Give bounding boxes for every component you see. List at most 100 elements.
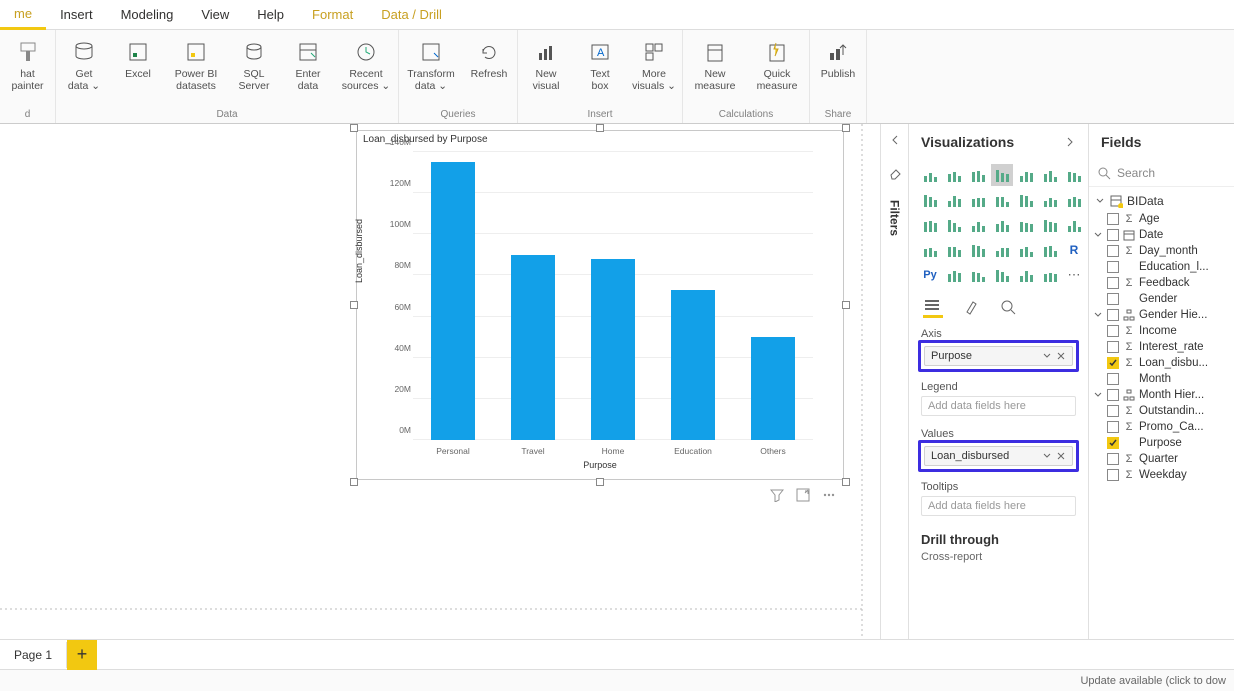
viz-type-waterfall[interactable] — [1039, 189, 1061, 211]
quick-measure-button[interactable]: Quick measure — [749, 36, 805, 94]
checkbox[interactable] — [1107, 453, 1119, 465]
viz-type-line-clustered[interactable] — [967, 189, 989, 211]
viz-type-table[interactable] — [1015, 239, 1037, 261]
viz-type-scatter[interactable] — [1063, 189, 1085, 211]
viz-type-line-stacked[interactable] — [991, 189, 1013, 211]
checkbox[interactable] — [1107, 421, 1119, 433]
checkbox[interactable] — [1107, 373, 1119, 385]
chevron-down-icon[interactable] — [1042, 451, 1052, 461]
format-painter-button[interactable]: hat painter — [4, 36, 52, 94]
tab-home[interactable]: me — [0, 0, 46, 30]
field-month[interactable]: Month — [1089, 371, 1234, 387]
viz-type-stacked-100-bar[interactable] — [967, 164, 989, 186]
viz-type-stacked-column[interactable] — [1015, 164, 1037, 186]
checkbox[interactable] — [1107, 245, 1119, 257]
transform-data-button[interactable]: Transform data ⌄ — [403, 36, 459, 94]
viz-type-r[interactable]: R — [1063, 239, 1085, 261]
page-tab-1[interactable]: Page 1 — [0, 642, 67, 668]
field-monthhier[interactable]: Month Hier... — [1089, 387, 1234, 403]
viz-type-donut[interactable] — [943, 214, 965, 236]
viz-type-map[interactable] — [991, 214, 1013, 236]
recent-sources-button[interactable]: Recent sources ⌄ — [338, 36, 394, 94]
viz-type-matrix[interactable] — [1039, 239, 1061, 261]
bar-others[interactable] — [751, 337, 796, 440]
values-field-loan-disbursed[interactable]: Loan_disbursed — [924, 446, 1073, 466]
field-genderhie[interactable]: Gender Hie... — [1089, 307, 1234, 323]
viz-type-decomposition[interactable] — [967, 264, 989, 286]
viz-type-funnel[interactable] — [1039, 214, 1061, 236]
publish-button[interactable]: Publish — [814, 36, 862, 82]
viz-type-python[interactable]: Py — [919, 264, 941, 286]
checkbox[interactable] — [1107, 325, 1119, 337]
excel-button[interactable]: Excel — [114, 36, 162, 82]
field-interestrate[interactable]: ΣInterest_rate — [1089, 339, 1234, 355]
focus-mode-icon[interactable] — [796, 488, 810, 502]
field-feedback[interactable]: ΣFeedback — [1089, 275, 1234, 291]
field-educationl[interactable]: Education_l... — [1089, 259, 1234, 275]
bar-personal[interactable] — [431, 162, 476, 440]
viz-type-slicer[interactable] — [991, 239, 1013, 261]
viz-type-qa[interactable] — [991, 264, 1013, 286]
field-purpose[interactable]: Purpose — [1089, 435, 1234, 451]
field-quarter[interactable]: ΣQuarter — [1089, 451, 1234, 467]
search-input[interactable]: Search — [1089, 160, 1234, 187]
text-box-button[interactable]: AText box — [576, 36, 624, 94]
viz-type-gauge[interactable] — [1063, 214, 1085, 236]
viz-type-paginated[interactable] — [1015, 264, 1037, 286]
checkbox[interactable] — [1107, 357, 1119, 369]
close-icon[interactable] — [1056, 451, 1066, 461]
viz-type-more[interactable]: ⋯ — [1063, 264, 1085, 286]
viz-type-multi-card[interactable] — [943, 239, 965, 261]
field-outstandin[interactable]: ΣOutstandin... — [1089, 403, 1234, 419]
enter-data-button[interactable]: Enter data — [284, 36, 332, 94]
viz-type-pie[interactable] — [919, 214, 941, 236]
viz-type-clustered-column[interactable] — [991, 164, 1013, 186]
tab-help[interactable]: Help — [243, 1, 298, 28]
update-available-text[interactable]: Update available (click to dow — [1080, 675, 1226, 687]
fields-tab-icon[interactable] — [923, 298, 943, 318]
viz-type-stacked-bar[interactable] — [919, 164, 941, 186]
field-weekday[interactable]: ΣWeekday — [1089, 467, 1234, 483]
get-data-button[interactable]: Get data ⌄ — [60, 36, 108, 94]
add-page-button[interactable]: + — [67, 640, 97, 670]
tooltips-well-empty[interactable]: Add data fields here — [921, 496, 1076, 516]
tab-format[interactable]: Format — [298, 1, 367, 28]
field-daymonth[interactable]: ΣDay_month — [1089, 243, 1234, 259]
viz-type-ribbon[interactable] — [1015, 189, 1037, 211]
bar-home[interactable] — [591, 259, 636, 440]
checkbox[interactable] — [1107, 437, 1119, 449]
viz-type-arcgis[interactable] — [1039, 264, 1061, 286]
field-date[interactable]: Date — [1089, 227, 1234, 243]
format-tab-icon[interactable] — [961, 298, 981, 318]
viz-type-area[interactable] — [919, 189, 941, 211]
more-options-icon[interactable] — [822, 488, 836, 502]
filter-icon[interactable] — [770, 488, 784, 502]
viz-type-line[interactable] — [1063, 164, 1085, 186]
viz-type-stacked-100-column[interactable] — [1039, 164, 1061, 186]
chart-visual[interactable]: Loan_disbursed by Purpose Loan_disbursed… — [356, 130, 844, 480]
viz-type-stacked-area[interactable] — [943, 189, 965, 211]
eraser-icon[interactable] — [888, 166, 902, 180]
sql-server-button[interactable]: SQL Server — [230, 36, 278, 94]
field-loandisbu[interactable]: ΣLoan_disbu... — [1089, 355, 1234, 371]
viz-type-clustered-bar[interactable] — [943, 164, 965, 186]
more-visuals-button[interactable]: More visuals ⌄ — [630, 36, 678, 94]
checkbox[interactable] — [1107, 469, 1119, 481]
viz-type-card[interactable] — [919, 239, 941, 261]
checkbox[interactable] — [1107, 405, 1119, 417]
viz-type-filled-map[interactable] — [1015, 214, 1037, 236]
axis-field-purpose[interactable]: Purpose — [924, 346, 1073, 366]
checkbox[interactable] — [1107, 261, 1119, 273]
field-promoca[interactable]: ΣPromo_Ca... — [1089, 419, 1234, 435]
chevron-down-icon[interactable] — [1042, 351, 1052, 361]
field-age[interactable]: ΣAge — [1089, 211, 1234, 227]
viz-type-treemap[interactable] — [967, 214, 989, 236]
field-gender[interactable]: Gender — [1089, 291, 1234, 307]
tab-data-drill[interactable]: Data / Drill — [367, 1, 456, 28]
tab-insert[interactable]: Insert — [46, 1, 107, 28]
analytics-tab-icon[interactable] — [999, 298, 1019, 318]
checkbox[interactable] — [1107, 277, 1119, 289]
chevron-right-icon[interactable] — [1064, 136, 1076, 148]
checkbox[interactable] — [1107, 293, 1119, 305]
checkbox[interactable] — [1107, 309, 1119, 321]
